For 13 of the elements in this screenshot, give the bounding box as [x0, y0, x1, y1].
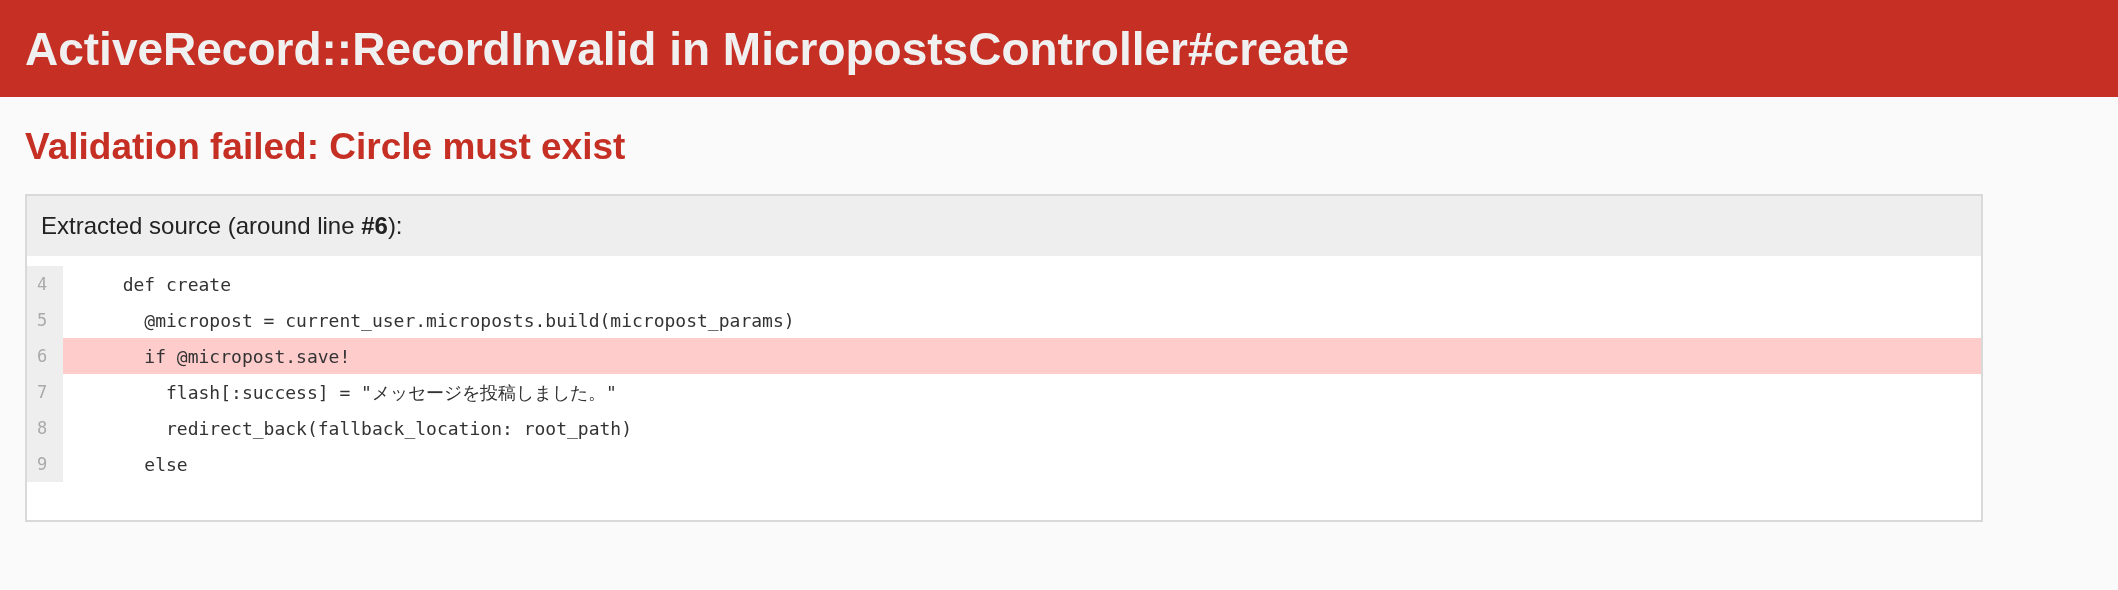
code-line: redirect_back(fallback_location: root_path) — [165, 417, 633, 441]
code-line: flash[:success] = "メッセージを投稿しました。" — [165, 381, 618, 405]
code-line: def create — [121, 273, 233, 297]
source-title: Extracted source (around line #6): — [40, 210, 404, 241]
line-number: 5 — [27, 302, 63, 339]
line-number: 9 — [27, 446, 63, 483]
line-number: 6 — [27, 338, 63, 375]
line-number: 7 — [27, 374, 63, 411]
line-number: 4 — [27, 266, 63, 303]
code-line: @micropost = current_user.microposts.build(micropost_params) — [143, 309, 796, 333]
line-number: 8 — [27, 410, 63, 447]
error-message: Validation failed: Circle must exist — [25, 127, 627, 168]
code-line: else — [143, 453, 189, 477]
